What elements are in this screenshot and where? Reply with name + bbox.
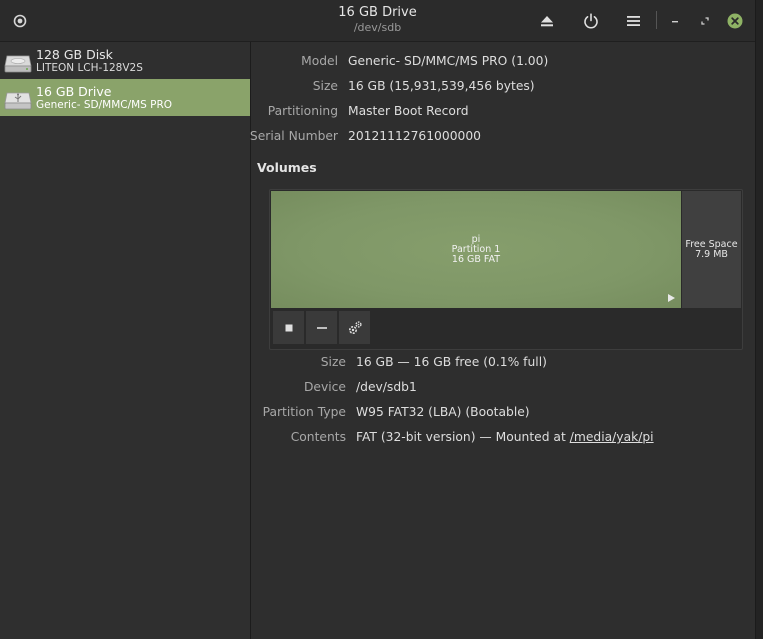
field-label: Partition Type (262, 405, 346, 419)
field-label: Model (301, 54, 338, 68)
header-separator (656, 11, 657, 29)
free-space-block[interactable]: Free Space 7.9 MB (682, 191, 741, 308)
disk-item-16gb[interactable]: 16 GB Drive Generic- SD/MMC/MS PRO (0, 79, 250, 116)
field-label: Partitioning (267, 104, 338, 118)
hamburger-menu-icon[interactable] (622, 0, 644, 41)
disk-list-sidebar: 128 GB Disk LITEON LCH-128V2S 16 GB Driv… (0, 42, 251, 639)
close-icon[interactable] (725, 0, 745, 41)
free-space-size: 7.9 MB (695, 249, 728, 260)
disk-name: 16 GB Drive (36, 83, 112, 99)
disk-item-128gb[interactable]: 128 GB Disk LITEON LCH-128V2S (0, 42, 250, 79)
drive-details-panel: Model Generic- SD/MMC/MS PRO (1.00) Size… (249, 42, 755, 639)
partition-block[interactable]: pi Partition 1 16 GB FAT (271, 191, 681, 308)
field-label: Size (320, 355, 346, 369)
usb-drive-icon (4, 92, 32, 109)
power-icon[interactable] (580, 0, 602, 41)
volume-size-value: 16 GB — 16 GB free (0.1% full) (356, 355, 547, 369)
play-icon (668, 294, 675, 302)
disk-name: 128 GB Disk (36, 46, 113, 62)
stop-icon (285, 324, 292, 331)
hard-disk-icon (4, 55, 32, 72)
volume-toolbar (272, 310, 371, 345)
window-edge-scrollbar (755, 0, 763, 639)
minus-icon (316, 326, 327, 329)
volume-ptype-value: W95 FAT32 (LBA) (Bootable) (356, 405, 530, 419)
header-bar: 16 GB Drive /dev/sdb (0, 0, 755, 42)
drive-model-value: Generic- SD/MMC/MS PRO (1.00) (348, 54, 549, 68)
eject-icon[interactable] (536, 0, 558, 41)
volumes-heading: Volumes (257, 160, 317, 175)
field-label: Serial Number (249, 129, 338, 143)
field-label: Size (312, 79, 338, 93)
partition-options-button[interactable] (338, 310, 371, 345)
gears-icon (348, 320, 362, 334)
drive-size-value: 16 GB (15,931,539,456 bytes) (348, 79, 535, 93)
drive-serial-value: 20121112761000000 (348, 129, 482, 143)
contents-text: FAT (32-bit version) — Mounted at (356, 430, 570, 444)
volume-device-value: /dev/sdb1 (356, 380, 417, 394)
disk-model: Generic- SD/MMC/MS PRO (36, 98, 173, 111)
partition-desc: 16 GB FAT (451, 254, 501, 265)
field-label: Contents (290, 430, 346, 444)
drive-partitioning-value: Master Boot Record (348, 104, 469, 118)
restore-icon[interactable] (695, 0, 715, 41)
delete-partition-button[interactable] (305, 310, 338, 345)
minimize-icon[interactable] (665, 0, 685, 41)
unmount-button[interactable] (272, 310, 305, 345)
disk-model: LITEON LCH-128V2S (36, 61, 143, 74)
volumes-map: pi Partition 1 16 GB FAT Free Space 7.9 … (269, 189, 743, 350)
mount-point-link[interactable]: /media/yak/pi (570, 430, 654, 444)
volume-contents-value: FAT (32-bit version) — Mounted at /media… (356, 429, 654, 445)
field-label: Device (303, 380, 346, 394)
